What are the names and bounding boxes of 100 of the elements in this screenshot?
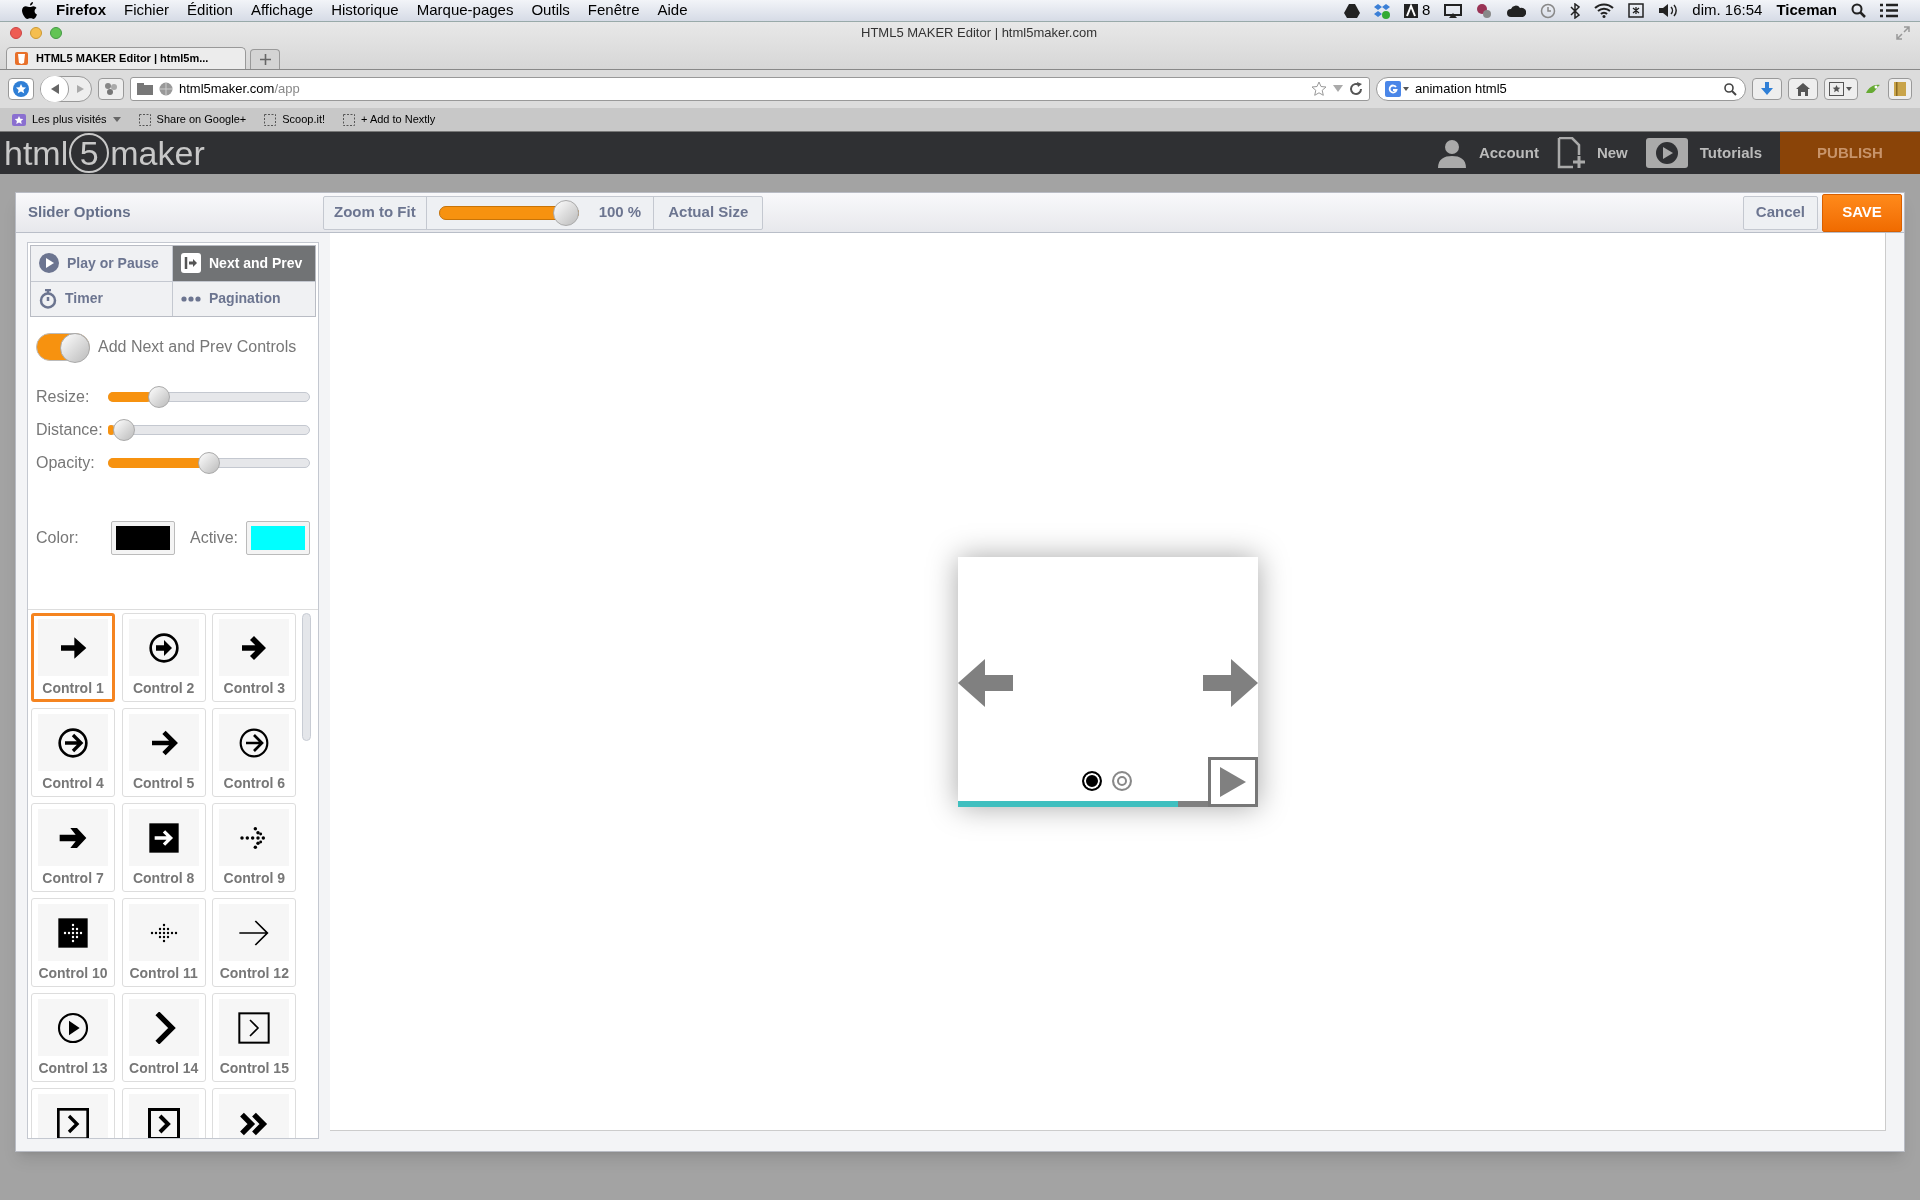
google-icon[interactable] [1385,81,1409,97]
slider-track[interactable] [108,452,310,474]
menu-item[interactable]: Fichier [124,0,170,22]
control-option[interactable]: Control 1 [31,613,115,702]
list-icon[interactable] [1880,3,1898,18]
dropdown-caret-icon[interactable] [1333,85,1343,93]
new-tab-button[interactable] [250,49,280,69]
notebook-button[interactable] [1888,78,1912,100]
play-circle-icon [39,253,59,274]
control-option[interactable]: Control 14 [121,993,206,1082]
menu-app-name[interactable]: Firefox [56,0,106,22]
search-icon[interactable] [1724,82,1737,96]
bluetooth-icon[interactable] [1570,2,1581,19]
option-tab[interactable]: Play or Pause [31,246,173,282]
control-option[interactable]: Control 13 [31,993,115,1082]
toggle-switch[interactable] [36,333,90,361]
clock-icon[interactable] [1540,2,1557,19]
bookmark-star-button[interactable] [8,78,34,100]
back-button[interactable] [41,76,69,102]
menu-bar-count: 8 [1422,0,1431,21]
slider-thumb[interactable] [198,452,220,474]
right-arrow-icon[interactable] [1201,658,1258,707]
close-window-button[interactable] [10,27,22,39]
zoom-window-button[interactable] [50,27,62,39]
cancel-button[interactable]: Cancel [1742,195,1818,230]
menu-item[interactable]: Affichage [250,0,314,22]
search-field[interactable]: animation html5 [1376,77,1746,101]
control-option[interactable]: Control 5 [121,708,206,797]
menu-bar-user[interactable]: Ticeman [1776,0,1837,22]
control-option[interactable]: Control 7 [31,803,115,892]
forward-arrow-icon [75,84,85,94]
dashed-square-icon [343,113,355,126]
control-label: Control 13 [38,1059,108,1078]
play-triangle-icon [1217,764,1248,799]
option-tab[interactable]: Next and Prev [173,246,315,282]
browser-tab[interactable]: HTML5 MAKER Editor | html5m... [6,47,246,69]
play-button[interactable] [1207,756,1258,807]
control-label: Control 14 [129,1059,199,1078]
toggle-label: Add Next and Prev Controls [98,337,297,357]
slider-track[interactable] [108,386,310,408]
control-option[interactable]: Control 8 [121,803,206,892]
menu-item[interactable]: Édition [187,0,233,22]
color-swatch[interactable] [246,521,310,555]
menu-item[interactable]: Marque-pages [416,0,514,22]
cloud-icon[interactable] [1506,4,1527,17]
menu-item[interactable]: Fenêtre [587,0,640,22]
slider-thumb[interactable] [147,386,170,408]
left-arrow-icon[interactable] [957,658,1014,707]
search-icon[interactable] [1851,3,1866,18]
actual-size-button[interactable]: Actual Size [654,196,763,229]
control-label: Control 3 [223,679,286,698]
publish-button[interactable]: PUBLISH [1780,132,1920,174]
zoom-thumb[interactable] [552,199,579,226]
download-button[interactable] [1752,78,1782,100]
apple-logo-icon[interactable] [22,1,38,20]
menu-item[interactable]: Outils [531,0,570,22]
tutorials-button[interactable]: Tutorials [1645,138,1762,168]
plugin-icon[interactable] [1476,2,1493,19]
slider-track[interactable] [108,419,310,441]
control-option[interactable]: Control 12 [212,898,297,987]
menu-item[interactable]: Aide [657,0,688,22]
wifi-icon[interactable] [1594,3,1615,18]
bookmark-link[interactable]: Les plus visités [12,111,121,128]
menu-item[interactable]: Historique [331,0,399,22]
control-option[interactable]: Control 2 [121,613,206,702]
airplay-icon[interactable] [1444,3,1463,18]
window-title: HTML5 MAKER Editor | html5maker.com [861,24,1097,43]
control-option[interactable]: Control 15 [212,993,297,1082]
fullscreen-icon[interactable] [1896,26,1910,40]
option-tab[interactable]: Timer [31,281,173,316]
color-swatch[interactable] [110,521,175,555]
bookmarks-menu-button[interactable] [1824,78,1858,100]
address-field[interactable]: html5maker.com/app [130,77,1370,101]
zoom-slider[interactable] [438,199,579,226]
slider-thumb[interactable] [113,419,136,441]
dashed-square-icon [138,113,151,126]
letter-icon[interactable] [1404,3,1418,18]
menu-bar-clock[interactable]: dim. 16:54 [1692,0,1763,22]
option-tab[interactable]: Pagination [173,281,315,316]
account-button[interactable]: Account [1436,138,1539,168]
reload-icon[interactable] [1349,82,1363,96]
home-button[interactable] [1788,78,1818,100]
zoom-to-fit-button[interactable]: Zoom to Fit [324,196,427,229]
control-option[interactable]: Control 10 [31,898,115,987]
new-button[interactable]: New [1556,137,1628,169]
control-option[interactable]: Control 4 [31,708,115,797]
bookmark-link[interactable]: + Add to Nextly [343,111,436,128]
extensions-button[interactable] [98,78,124,100]
scrollbar[interactable] [302,613,311,741]
control-option[interactable]: Control 6 [212,708,297,797]
star-outline-icon[interactable] [1311,81,1327,97]
bookmark-link[interactable]: Scoop.it! [264,111,325,128]
bookmark-link[interactable]: Share on Google+ [138,111,247,128]
control-option[interactable]: Control 11 [121,898,206,987]
control-option[interactable]: Control 9 [212,803,297,892]
box-icon[interactable] [1374,2,1390,19]
control-option[interactable]: Control 3 [212,613,297,702]
save-button[interactable]: SAVE [1822,193,1902,232]
keyboard-icon[interactable] [1628,3,1645,18]
volume-icon[interactable] [1658,3,1679,18]
